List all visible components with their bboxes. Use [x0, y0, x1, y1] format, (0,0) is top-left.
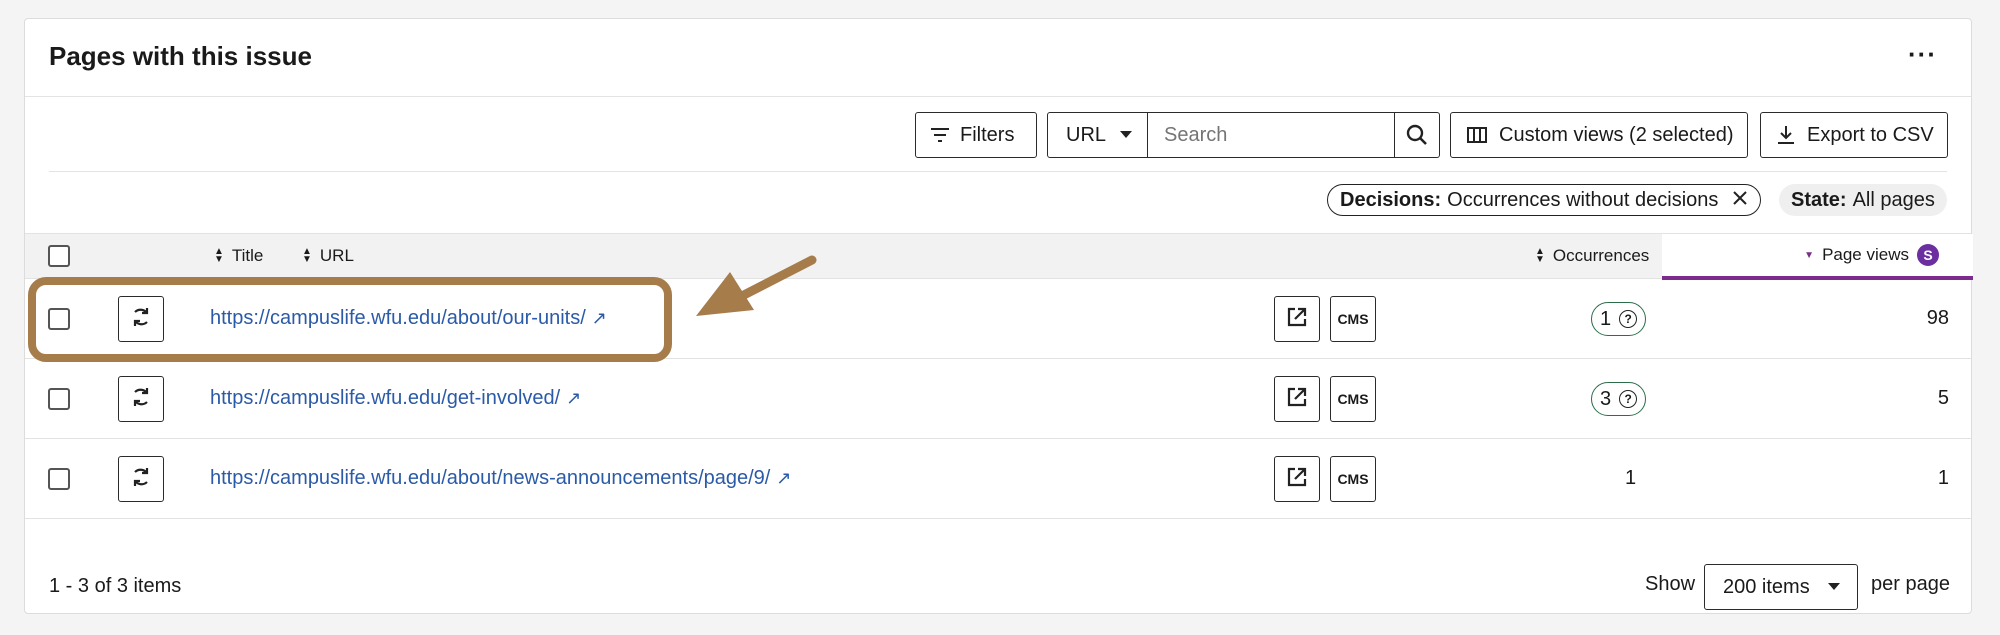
table-row: https://campuslife.wfu.edu/about/news-an… [25, 439, 1971, 519]
decisions-chip-key: Decisions: [1340, 188, 1442, 211]
occurrences-value: 1 [1625, 467, 1637, 489]
caret-down-icon [1120, 131, 1133, 139]
annotation-highlight-box [28, 277, 672, 362]
sort-desc-icon: ▼ [1804, 249, 1815, 261]
recheck-button[interactable] [118, 456, 164, 502]
column-url-header[interactable]: ▲ ▼ URL [302, 246, 354, 266]
per-page-label: per page [1871, 573, 1950, 595]
pagination-range: 1 - 3 of 3 items [49, 575, 182, 597]
open-page-button[interactable] [1274, 456, 1320, 502]
sort-icon: ▲ ▼ [302, 246, 312, 265]
open-external-icon [1286, 306, 1308, 333]
search-button[interactable] [1394, 112, 1440, 158]
column-occurrences-header[interactable]: ▲ ▼ Occurrences [1535, 246, 1649, 266]
open-cms-button[interactable]: CMS [1330, 376, 1376, 422]
custom-views-button[interactable]: Custom views (2 selected) [1450, 112, 1748, 158]
search-field-select[interactable]: URL [1047, 112, 1148, 158]
cms-label: CMS [1337, 391, 1369, 407]
occurrences-badge[interactable]: 1 ? [1591, 302, 1647, 336]
search-field-value: URL [1066, 123, 1107, 146]
panel-header: Pages with this issue ··· [25, 19, 1971, 97]
open-page-button[interactable] [1274, 376, 1320, 422]
filters-button[interactable]: Filters [915, 112, 1037, 158]
panel-title: Pages with this issue [49, 41, 312, 71]
toolbar-divider [49, 171, 1947, 172]
more-options-button[interactable]: ··· [1908, 39, 1937, 70]
page-url-link[interactable]: https://campuslife.wfu.edu/get-involved/… [210, 387, 581, 410]
annotation-arrow-icon [696, 255, 817, 316]
column-title-header[interactable]: ▲ ▼ Title [214, 246, 263, 266]
filter-icon [930, 127, 950, 143]
page-url-link[interactable]: https://campuslife.wfu.edu/about/news-an… [210, 467, 791, 490]
download-icon [1777, 125, 1795, 145]
active-filters: Decisions: Occurrences without decisions… [25, 184, 1971, 218]
close-icon[interactable] [1732, 189, 1748, 212]
page-size-select[interactable]: 200 items [1704, 564, 1858, 610]
decisions-filter-chip[interactable]: Decisions: Occurrences without decisions [1327, 184, 1762, 216]
page-views-value: 1 [1937, 467, 1949, 489]
cms-label: CMS [1337, 471, 1369, 487]
search-icon [1406, 124, 1428, 146]
refresh-icon [130, 386, 152, 413]
toolbar: Filters URL Custom views (2 selected) Ex… [25, 97, 1971, 191]
help-icon: ? [1619, 310, 1638, 328]
open-external-icon [1286, 466, 1308, 493]
help-icon: ? [1619, 390, 1638, 408]
sort-icon: ▲ ▼ [214, 246, 224, 265]
table-footer: 1 - 3 of 3 items Show 200 items per page [25, 539, 1971, 615]
open-cms-button[interactable]: CMS [1330, 456, 1376, 502]
state-filter-chip: State: All pages [1779, 184, 1947, 216]
export-csv-button[interactable]: Export to CSV [1760, 112, 1948, 158]
page-views-value: 5 [1937, 387, 1949, 409]
decisions-chip-value: Occurrences without decisions [1447, 188, 1719, 211]
row-checkbox[interactable] [48, 388, 70, 410]
metric-source-badge: S [1917, 244, 1939, 266]
table-row: https://campuslife.wfu.edu/get-involved/… [25, 359, 1971, 439]
state-chip-key: State: [1791, 188, 1847, 211]
columns-icon [1467, 127, 1487, 143]
open-external-icon [1286, 386, 1308, 413]
sort-icon: ▲ ▼ [1535, 246, 1545, 265]
open-page-button[interactable] [1274, 296, 1320, 342]
recheck-button[interactable] [118, 376, 164, 422]
show-label: Show [1645, 573, 1696, 595]
page-size-value: 200 items [1723, 575, 1810, 598]
search-input[interactable] [1147, 112, 1395, 158]
select-all-checkbox[interactable] [48, 245, 70, 267]
external-link-icon: ↗ [566, 388, 582, 408]
open-cms-button[interactable]: CMS [1330, 296, 1376, 342]
caret-down-icon [1827, 583, 1840, 591]
external-link-icon: ↗ [776, 468, 792, 488]
export-label: Export to CSV [1807, 123, 1934, 146]
table-header: ▲ ▼ Title ▲ ▼ URL ▲ ▼ Occurrences ▼ Page vi… [25, 233, 1973, 280]
page-views-value: 98 [1926, 307, 1949, 329]
occurrences-badge[interactable]: 3 ? [1591, 382, 1647, 416]
row-checkbox[interactable] [48, 468, 70, 490]
filters-label: Filters [960, 123, 1015, 146]
refresh-icon [130, 466, 152, 493]
column-page-views-header[interactable]: ▼ Page views S [1662, 234, 1973, 280]
state-chip-value: All pages [1852, 188, 1935, 211]
cms-label: CMS [1337, 311, 1369, 327]
custom-views-label: Custom views (2 selected) [1499, 123, 1734, 146]
